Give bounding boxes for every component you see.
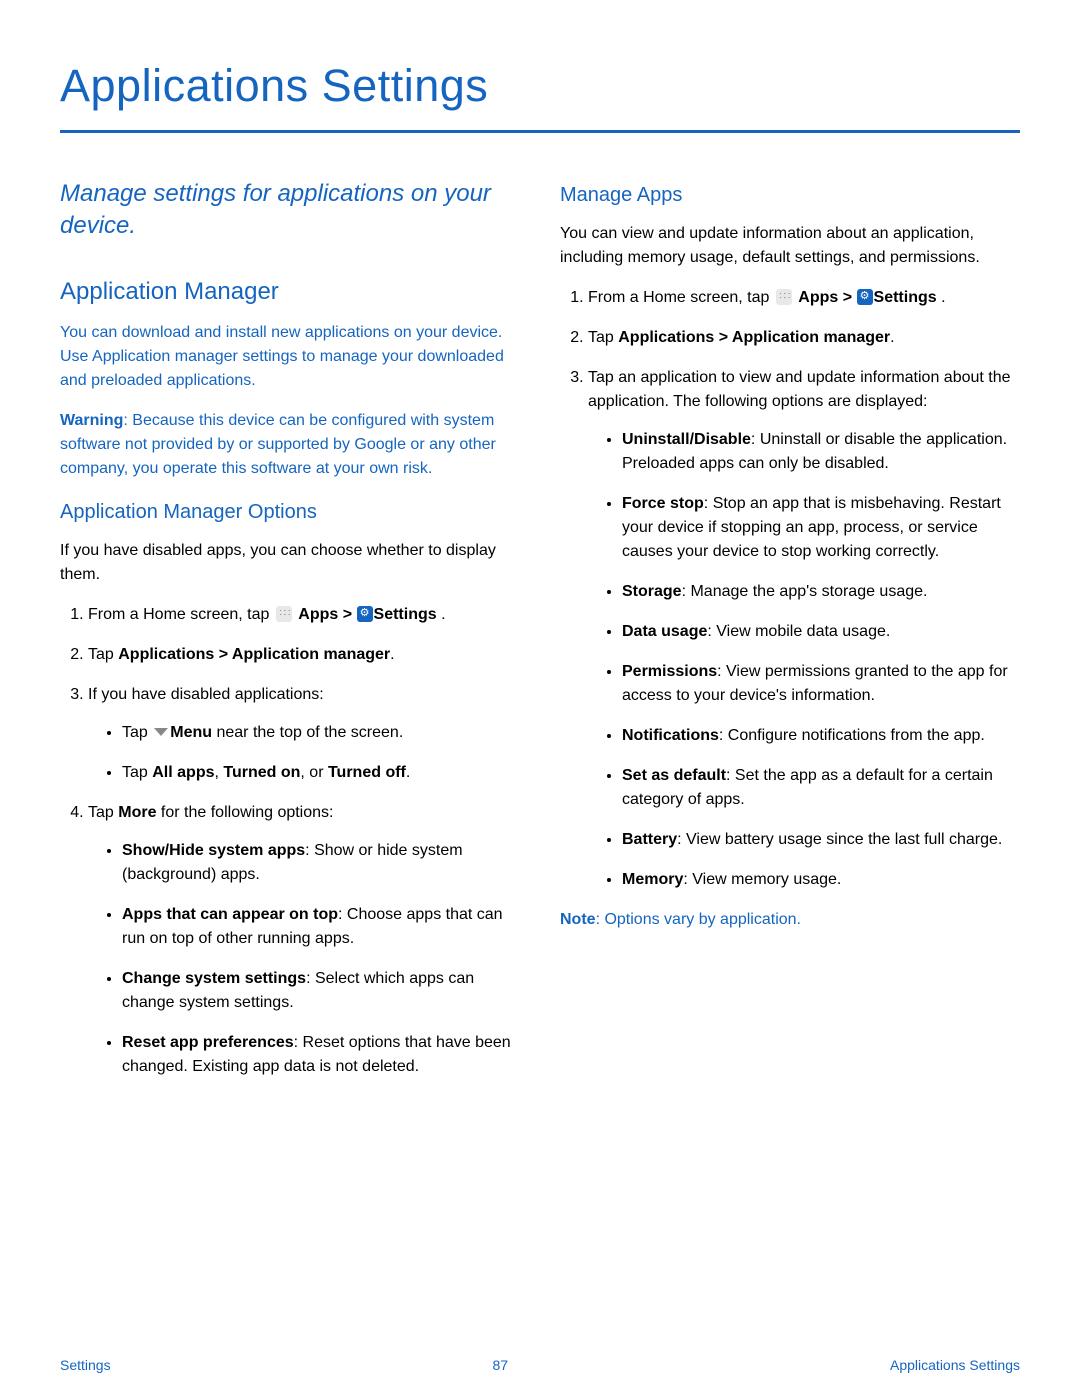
warning-body: : Because this device can be configured … <box>60 412 496 477</box>
settings-label: Settings <box>874 289 937 306</box>
footer-right: Applications Settings <box>890 1357 1020 1373</box>
manage-apps-bullets: Uninstall/Disable: Uninstall or disable … <box>588 428 1020 892</box>
app-manager-heading: Application Manager <box>60 278 520 306</box>
step-1: From a Home screen, tap Apps > Settings … <box>588 286 1020 310</box>
options-steps: From a Home screen, tap Apps > Settings … <box>60 603 520 1079</box>
text: . <box>437 606 446 623</box>
option-desc: : View mobile data usage. <box>707 623 890 640</box>
option-name: Data usage <box>622 623 707 640</box>
apps-icon <box>276 606 292 622</box>
bullet: Tap Menu near the top of the screen. <box>122 721 520 745</box>
options-intro: If you have disabled apps, you can choos… <box>60 539 520 587</box>
text: From a Home screen, tap <box>588 289 774 306</box>
step-2: Tap Applications > Application manager. <box>88 643 520 667</box>
bullet: Storage: Manage the app's storage usage. <box>622 580 1020 604</box>
settings-icon <box>357 606 373 622</box>
option-name: Show/Hide system apps <box>122 842 305 859</box>
option-name: Notifications <box>622 727 719 744</box>
note-label: Note <box>560 911 596 928</box>
text: near the top of the screen. <box>212 724 403 741</box>
bullet: Battery: View battery usage since the la… <box>622 828 1020 852</box>
app-manager-options-heading: Application Manager Options <box>60 501 520 524</box>
option-desc: : View battery usage since the last full… <box>677 831 1002 848</box>
applications-path: Applications > Application manager <box>618 329 890 346</box>
manage-apps-intro: You can view and update information abou… <box>560 222 1020 270</box>
footer-page-number: 87 <box>493 1357 509 1373</box>
step-2: Tap Applications > Application manager. <box>588 326 1020 350</box>
right-column: Manage Apps You can view and update info… <box>560 178 1020 1095</box>
applications-path: Applications > Application manager <box>118 646 390 663</box>
step-3-bullets: Tap Menu near the top of the screen. Tap… <box>88 721 520 785</box>
option-name: Uninstall/Disable <box>622 431 751 448</box>
option-desc: : Configure notifications from the app. <box>719 727 985 744</box>
turned-on-label: Turned on <box>223 764 300 781</box>
step-4: Tap More for the following options: Show… <box>88 801 520 1079</box>
content-columns: Manage settings for applications on your… <box>60 178 1020 1095</box>
text: Tap <box>88 804 118 821</box>
option-name: Battery <box>622 831 677 848</box>
text: , or <box>300 764 328 781</box>
manage-apps-steps: From a Home screen, tap Apps > Settings … <box>560 286 1020 892</box>
text: . <box>390 646 394 663</box>
apps-label: Apps > <box>298 606 356 623</box>
intro-text: Manage settings for applications on your… <box>60 178 520 243</box>
text: for the following options: <box>156 804 333 821</box>
text: Tap <box>122 724 152 741</box>
text: Tap <box>88 646 118 663</box>
option-name: Permissions <box>622 663 717 680</box>
bullet: Notifications: Configure notifications f… <box>622 724 1020 748</box>
bullet: Set as default: Set the app as a default… <box>622 764 1020 812</box>
text: From a Home screen, tap <box>88 606 274 623</box>
footer-left: Settings <box>60 1357 111 1373</box>
note-text: Note: Options vary by application. <box>560 908 1020 932</box>
bullet: Show/Hide system apps: Show or hide syst… <box>122 839 520 887</box>
text: Tap an application to view and update in… <box>588 369 1011 410</box>
bullet: Force stop: Stop an app that is misbehav… <box>622 492 1020 564</box>
all-apps-label: All apps <box>152 764 214 781</box>
text: . <box>937 289 946 306</box>
more-label: More <box>118 804 156 821</box>
text: Tap <box>588 329 618 346</box>
option-name: Reset app preferences <box>122 1034 294 1051</box>
page-footer: Settings 87 Applications Settings <box>60 1357 1020 1373</box>
option-desc: : View memory usage. <box>683 871 841 888</box>
bullet: Reset app preferences: Reset options tha… <box>122 1031 520 1079</box>
warning-text: Warning: Because this device can be conf… <box>60 409 520 481</box>
apps-label: Apps > <box>798 289 856 306</box>
note-body: : Options vary by application. <box>596 911 801 928</box>
step-4-bullets: Show/Hide system apps: Show or hide syst… <box>88 839 520 1079</box>
option-name: Apps that can appear on top <box>122 906 338 923</box>
option-desc: : Manage the app's storage usage. <box>682 583 928 600</box>
text: If you have disabled applications: <box>88 686 324 703</box>
bullet: Data usage: View mobile data usage. <box>622 620 1020 644</box>
bullet: Memory: View memory usage. <box>622 868 1020 892</box>
option-name: Force stop <box>622 495 704 512</box>
bullet: Change system settings: Select which app… <box>122 967 520 1015</box>
bullet: Uninstall/Disable: Uninstall or disable … <box>622 428 1020 476</box>
settings-icon <box>857 289 873 305</box>
manage-apps-heading: Manage Apps <box>560 184 1020 207</box>
text: . <box>406 764 410 781</box>
option-name: Set as default <box>622 767 726 784</box>
apps-icon <box>776 289 792 305</box>
step-3: If you have disabled applications: Tap M… <box>88 683 520 785</box>
menu-icon <box>154 728 168 736</box>
step-1: From a Home screen, tap Apps > Settings … <box>88 603 520 627</box>
option-name: Memory <box>622 871 683 888</box>
step-3: Tap an application to view and update in… <box>588 366 1020 892</box>
page-title: Applications Settings <box>60 60 1020 133</box>
bullet: Apps that can appear on top: Choose apps… <box>122 903 520 951</box>
left-column: Manage settings for applications on your… <box>60 178 520 1095</box>
turned-off-label: Turned off <box>328 764 406 781</box>
warning-label: Warning <box>60 412 123 429</box>
text: . <box>890 329 894 346</box>
bullet: Tap All apps, Turned on, or Turned off. <box>122 761 520 785</box>
option-name: Change system settings <box>122 970 306 987</box>
settings-label: Settings <box>374 606 437 623</box>
text: Tap <box>122 764 152 781</box>
menu-label: Menu <box>170 724 212 741</box>
bullet: Permissions: View permissions granted to… <box>622 660 1020 708</box>
app-manager-intro: You can download and install new applica… <box>60 321 520 393</box>
option-name: Storage <box>622 583 682 600</box>
